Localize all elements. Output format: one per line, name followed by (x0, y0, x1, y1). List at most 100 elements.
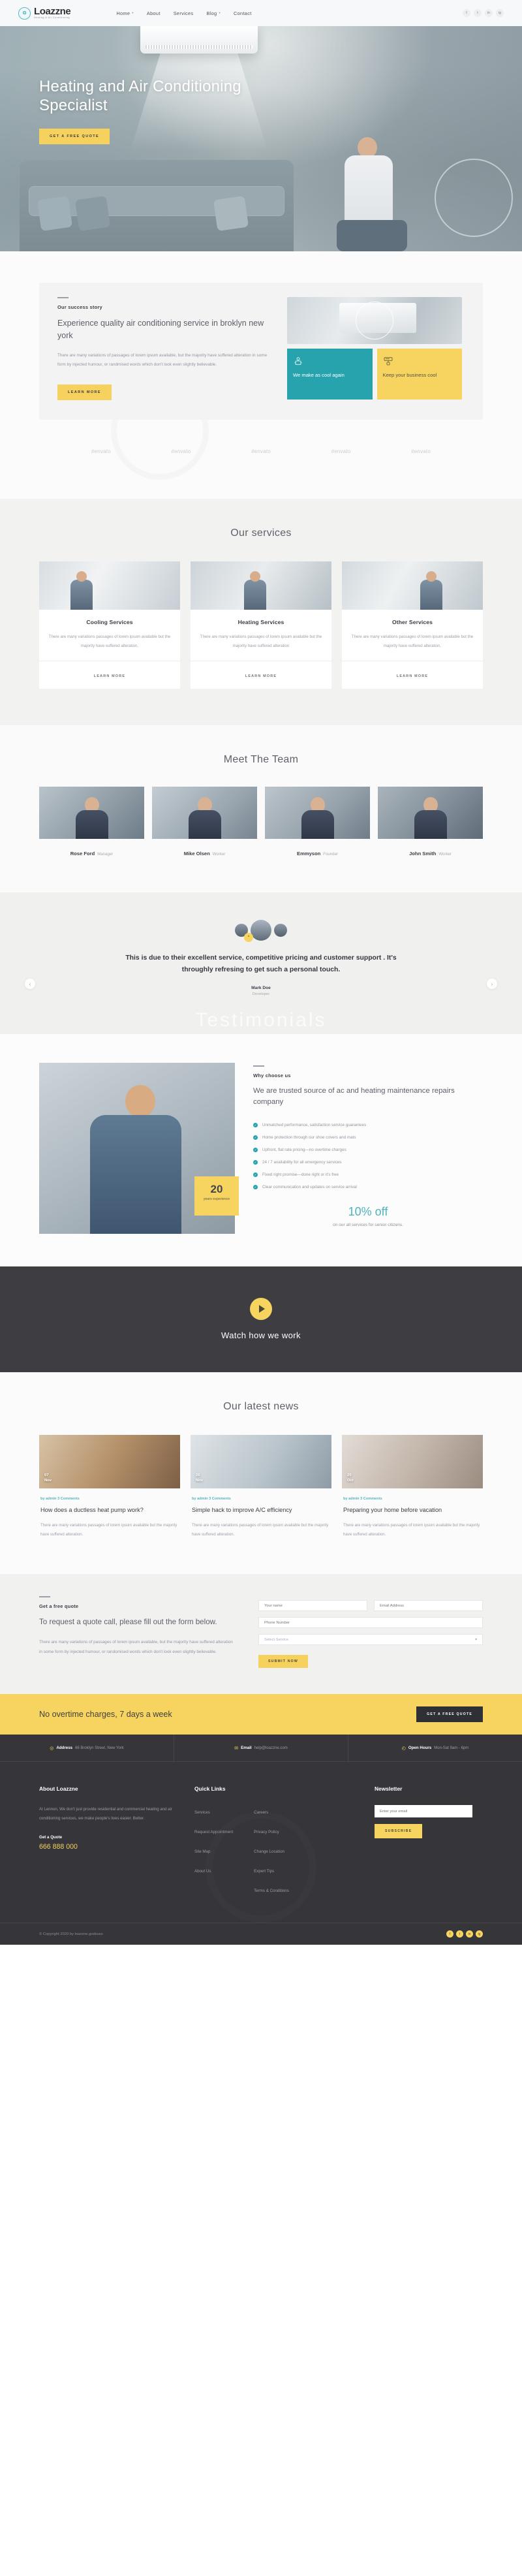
services-section: Our services Cooling Services There are … (0, 498, 522, 726)
hero-pillow (37, 195, 73, 232)
why-point: ✓ Unmatched performance, satisfaction ser… (253, 1123, 483, 1128)
about-tile-business[interactable]: Keep your business cool (376, 349, 462, 400)
nav-item-home[interactable]: Home ▾ (116, 10, 133, 16)
cta-banner: No overtime charges, 7 days a week GET A… (0, 1694, 522, 1735)
footer-link-expert-tips[interactable]: Expert Tips (254, 1869, 274, 1874)
footer-link-request-appointment[interactable]: Request Appointment (194, 1830, 233, 1834)
hero-banner: Heating and Air Conditioning Specialist … (0, 26, 522, 251)
why-point: ✓ Fixed right promise—done right or it's … (253, 1172, 483, 1178)
quote-name-input[interactable] (258, 1600, 367, 1612)
about-tile-cooling[interactable]: We make as cool again (287, 349, 373, 400)
footer-address-label: Address (56, 1746, 73, 1751)
footer-quote-label: Get a Quote (39, 1834, 63, 1840)
news-post-date: 20 Oct (347, 1473, 354, 1484)
quote-service-select[interactable]: Select Service ▾ (258, 1634, 483, 1646)
news-post-card[interactable]: 26 Nov by admin 3 Comments Simple hack to… (191, 1434, 331, 1539)
team-member-card[interactable]: Emmyson Founder (265, 787, 370, 858)
why-point-text: Upfront, flat rate pricing—no overtime c… (262, 1148, 346, 1153)
service-card[interactable]: Cooling Services There are many variatio… (39, 561, 180, 689)
nav-item-contact[interactable]: Contact (234, 10, 252, 16)
check-icon: ✓ (253, 1185, 258, 1190)
site-logo[interactable]: ❂ Loazzne Heating & Air Conditioning (18, 7, 71, 20)
about-tile-text: Keep your business cool (382, 372, 437, 378)
linkedin-icon[interactable]: in (466, 1930, 473, 1938)
team-title: Meet The Team (223, 754, 299, 766)
team-member-card[interactable]: John Smith Worker (378, 787, 483, 858)
quote-submit-button[interactable]: SUBMIT NOW (258, 1655, 309, 1669)
service-card[interactable]: Heating Services There are many variatio… (191, 561, 331, 689)
chevron-down-icon: ▾ (132, 11, 134, 14)
service-card[interactable]: Other Services There are many variations… (342, 561, 483, 689)
services-title: Our services (230, 527, 292, 539)
quote-email-input[interactable] (374, 1600, 483, 1612)
footer-link-site-map[interactable]: Site Map (194, 1849, 210, 1854)
news-post-card[interactable]: 20 Oct by admin 3 Comments Preparing your… (342, 1434, 483, 1539)
play-button[interactable] (250, 1298, 272, 1321)
why-eyebrow: Why choose us (253, 1072, 291, 1078)
about-paragraph: There are many variations of passages of… (57, 353, 267, 368)
about-section: Our success story Experience quality air… (0, 251, 522, 499)
footer-newsletter-heading: Newsletter (375, 1785, 403, 1793)
service-learn-more-link[interactable]: LEARN MORE (245, 674, 277, 678)
quote-phone-input[interactable] (258, 1617, 483, 1629)
nav-item-services[interactable]: Services (174, 10, 194, 16)
about-title: Experience quality air conditioning serv… (57, 319, 264, 340)
footer-email: ✉ Email help@loazzne.com (174, 1735, 348, 1762)
footer-link-services[interactable]: Services (194, 1810, 210, 1815)
check-icon: ✓ (253, 1135, 258, 1140)
news-post-card[interactable]: 07 Nov by admin 3 Comments How does a duc… (39, 1434, 180, 1539)
testimonial-section: ‹ › ❞ This is due to their excellent ser… (0, 892, 522, 1034)
footer-contact-bar: ◎ Address 66 Broklyn Street, New York ✉ … (0, 1735, 522, 1763)
news-post-image: 20 Oct (342, 1434, 483, 1488)
footer-link-careers[interactable]: Careers (254, 1810, 268, 1815)
newsletter-subscribe-button[interactable]: SUBSCRIBE (375, 1824, 423, 1839)
news-post-date: 26 Nov (196, 1473, 203, 1484)
footer-address-value: 66 Broklyn Street, New York (75, 1746, 124, 1750)
team-member-role: Manager (97, 852, 114, 857)
cta-quote-button[interactable]: GET A FREE QUOTE (416, 1706, 483, 1723)
instagram-icon[interactable]: ig (476, 1930, 483, 1938)
video-section: Watch how we work (0, 1266, 522, 1372)
footer-link-privacy-policy[interactable]: Privacy Policy (254, 1830, 279, 1834)
footer-links-col-2: Careers Privacy Policy Change Location E… (254, 1805, 289, 1903)
hero-decorative-circle (435, 159, 513, 237)
why-point: ✓ 24 / 7 availability for all emergency s… (253, 1160, 483, 1165)
location-pin-icon: ◎ (50, 1746, 54, 1751)
why-point-text: Clear communication and updates on servi… (262, 1185, 357, 1190)
envelope-icon: ✉ (234, 1746, 239, 1751)
footer-link-change-location[interactable]: Change Location (254, 1849, 284, 1854)
service-learn-more-link[interactable]: LEARN MORE (94, 674, 125, 678)
team-member-name: Mike Olsen (183, 851, 210, 857)
twitter-icon[interactable]: t (474, 9, 482, 17)
badge-label: years experience (203, 1197, 230, 1201)
footer-link-terms[interactable]: Terms & Conditions (254, 1889, 289, 1893)
logo-fan-icon: ❂ (18, 7, 31, 20)
service-learn-more-link[interactable]: LEARN MORE (397, 674, 428, 678)
hero-quote-button[interactable]: GET A FREE QUOTE (39, 128, 110, 144)
instagram-icon[interactable]: ig (496, 9, 504, 17)
footer-phone[interactable]: 666 888 000 (39, 1843, 177, 1851)
footer-quick-links-column: Quick Links Services Request Appointment… (194, 1785, 358, 1903)
footer-link-about-us[interactable]: About Us (194, 1869, 211, 1874)
avatar[interactable] (274, 924, 287, 937)
cta-text: No overtime charges, 7 days a week (39, 1710, 172, 1720)
why-point: ✓ Upfront, flat rate pricing—no overtime … (253, 1148, 483, 1153)
nav-item-blog[interactable]: Blog ▾ (206, 10, 221, 16)
facebook-icon[interactable]: f (446, 1930, 453, 1938)
news-post-desc: There are many variations passages of lo… (343, 1523, 480, 1537)
linkedin-icon[interactable]: in (485, 9, 493, 17)
team-member-card[interactable]: Rose Ford Manager (39, 787, 144, 858)
news-post-desc: There are many variations passages of lo… (192, 1523, 329, 1537)
service-image (191, 561, 331, 610)
about-learn-more-button[interactable]: LEARN MORE (57, 384, 112, 400)
nav-item-about[interactable]: About (147, 10, 161, 16)
footer-email-value[interactable]: help@loazzne.com (254, 1746, 288, 1750)
footer-about-heading: About Loazzne (39, 1785, 78, 1793)
chevron-down-icon: ▾ (219, 11, 221, 14)
avatar-active[interactable]: ❞ (244, 920, 271, 943)
why-point: ✓ Clear communication and updates on serv… (253, 1185, 483, 1190)
team-member-card[interactable]: Mike Olsen Worker (152, 787, 257, 858)
facebook-icon[interactable]: f (463, 9, 470, 17)
newsletter-email-input[interactable] (375, 1805, 472, 1818)
twitter-icon[interactable]: t (456, 1930, 463, 1938)
